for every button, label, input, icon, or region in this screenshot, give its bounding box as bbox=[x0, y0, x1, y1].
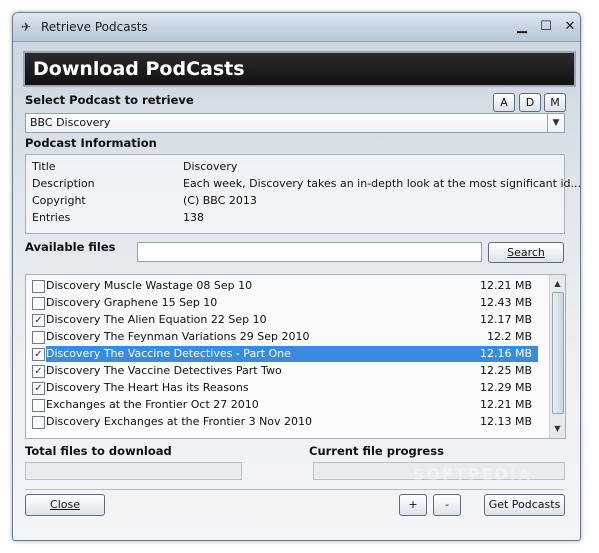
file-row-content[interactable]: Discovery The Alien Equation 22 Sep 10 12… bbox=[46, 312, 538, 328]
file-checkbox[interactable] bbox=[32, 399, 45, 412]
file-row[interactable]: Discovery Graphene 15 Sep 10 12.43 MB bbox=[26, 295, 539, 312]
close-window-button[interactable]: ✕ bbox=[559, 18, 580, 36]
info-value: (C) BBC 2013 bbox=[183, 194, 257, 207]
file-size: 12.13 MB bbox=[479, 415, 532, 428]
file-checkbox[interactable] bbox=[32, 297, 45, 310]
search-button[interactable]: Search bbox=[488, 242, 564, 263]
scroll-down-icon[interactable]: ▼ bbox=[550, 422, 565, 436]
file-row-content[interactable]: Discovery Muscle Wastage 08 Sep 10 12.21 … bbox=[46, 278, 538, 294]
file-size: 12.21 MB bbox=[479, 279, 532, 292]
file-row-content[interactable]: Discovery Exchanges at the Frontier 3 No… bbox=[46, 414, 538, 430]
file-row-content[interactable]: Discovery The Heart Has its Reasons 12.29… bbox=[46, 380, 538, 396]
file-size: 12.17 MB bbox=[479, 313, 532, 326]
file-row[interactable]: Exchanges at the Frontier Oct 27 2010 12.… bbox=[26, 397, 539, 414]
file-name: Exchanges at the Frontier Oct 27 2010 bbox=[46, 398, 259, 411]
maximize-button[interactable]: ☐ bbox=[535, 18, 557, 36]
file-name: Discovery The Feynman Variations 29 Sep … bbox=[46, 330, 310, 343]
file-size: 12.43 MB bbox=[479, 296, 532, 309]
file-row[interactable]: ✓ Discovery The Alien Equation 22 Sep 10 1… bbox=[26, 312, 539, 329]
file-name: Discovery Exchanges at the Frontier 3 No… bbox=[46, 415, 313, 428]
file-row[interactable]: Discovery Muscle Wastage 08 Sep 10 12.21 … bbox=[26, 278, 539, 295]
info-key: Title bbox=[32, 160, 56, 173]
title-bar: ✈ Retrieve Podcasts ▁ ☐ ✕ bbox=[13, 13, 580, 42]
a-button[interactable]: A bbox=[493, 93, 515, 112]
file-name: Discovery Graphene 15 Sep 10 bbox=[46, 296, 218, 309]
chevron-down-icon[interactable]: ▼ bbox=[547, 114, 564, 132]
app-icon: ✈ bbox=[21, 20, 32, 34]
get-podcasts-button[interactable]: Get Podcasts bbox=[484, 494, 565, 516]
file-name: Discovery The Vaccine Detectives - Part … bbox=[46, 347, 291, 360]
scroll-thumb[interactable] bbox=[552, 292, 564, 414]
file-row-content[interactable]: Discovery Graphene 15 Sep 10 12.43 MB bbox=[46, 295, 538, 311]
watermark: SOFTPEDIA bbox=[413, 465, 533, 484]
file-name: Discovery The Vaccine Detectives Part Tw… bbox=[46, 364, 282, 377]
m-button[interactable]: M bbox=[544, 93, 566, 112]
file-checkbox[interactable]: ✓ bbox=[32, 382, 45, 395]
info-key: Description bbox=[32, 177, 95, 190]
file-size: 12.21 MB bbox=[479, 398, 532, 411]
file-row[interactable]: Discovery The Feynman Variations 29 Sep … bbox=[26, 329, 539, 346]
file-row[interactable]: ✓ Discovery The Vaccine Detectives - Part… bbox=[26, 346, 539, 363]
info-value: Each week, Discovery takes an in-depth l… bbox=[183, 177, 581, 190]
minimize-button[interactable]: ▁ bbox=[511, 18, 533, 36]
page-title: Download PodCasts bbox=[23, 51, 576, 87]
add-button[interactable]: + bbox=[399, 494, 427, 516]
info-value: Discovery bbox=[183, 160, 238, 173]
total-files-label: Total files to download bbox=[25, 444, 172, 458]
info-key: Entries bbox=[32, 211, 71, 224]
file-row-content[interactable]: Discovery The Vaccine Detectives Part Tw… bbox=[46, 363, 538, 379]
podcast-info-label: Podcast Information bbox=[25, 136, 157, 150]
file-checkbox[interactable]: ✓ bbox=[32, 348, 45, 361]
file-name: Discovery The Alien Equation 22 Sep 10 bbox=[46, 313, 267, 326]
file-size: 12.2 MB bbox=[486, 330, 532, 343]
podcast-select[interactable]: BBC Discovery ▼ bbox=[25, 113, 565, 133]
file-list[interactable]: ▲ ▼ Discovery Muscle Wastage 08 Sep 10 12… bbox=[25, 274, 566, 439]
scroll-up-icon[interactable]: ▲ bbox=[550, 277, 565, 291]
file-size: 12.29 MB bbox=[479, 381, 532, 394]
remove-button[interactable]: - bbox=[433, 494, 461, 516]
d-button[interactable]: D bbox=[519, 93, 541, 112]
search-input[interactable] bbox=[137, 242, 482, 262]
file-checkbox[interactable] bbox=[32, 331, 45, 344]
total-progress-bar bbox=[25, 462, 242, 480]
file-size: 12.25 MB bbox=[479, 364, 532, 377]
file-name: Discovery The Heart Has its Reasons bbox=[46, 381, 249, 394]
close-button[interactable]: Close bbox=[25, 494, 105, 516]
file-row[interactable]: ✓ Discovery The Vaccine Detectives Part T… bbox=[26, 363, 539, 380]
podcast-select-value: BBC Discovery bbox=[30, 116, 111, 129]
app-window: SOFTPEDIA ✈ Retrieve Podcasts ▁ ☐ ✕ Down… bbox=[12, 12, 581, 541]
file-checkbox[interactable]: ✓ bbox=[32, 365, 45, 378]
current-file-label: Current file progress bbox=[309, 444, 444, 458]
select-podcast-label: Select Podcast to retrieve bbox=[25, 93, 194, 107]
available-files-label: Available files bbox=[25, 240, 116, 254]
divider bbox=[25, 489, 564, 490]
file-row[interactable]: Discovery Exchanges at the Frontier 3 No… bbox=[26, 414, 539, 431]
file-checkbox[interactable] bbox=[32, 416, 45, 429]
info-key: Copyright bbox=[32, 194, 86, 207]
file-checkbox[interactable]: ✓ bbox=[32, 314, 45, 327]
file-row-content[interactable]: Discovery The Feynman Variations 29 Sep … bbox=[46, 329, 538, 345]
window-title: Retrieve Podcasts bbox=[41, 20, 148, 34]
file-name: Discovery Muscle Wastage 08 Sep 10 bbox=[46, 279, 253, 292]
file-row[interactable]: ✓ Discovery The Heart Has its Reasons 12.2… bbox=[26, 380, 539, 397]
file-row-content[interactable]: Discovery The Vaccine Detectives - Part … bbox=[46, 346, 538, 362]
podcast-info-panel: Title Discovery Description Each week, D… bbox=[25, 154, 580, 234]
info-value: 138 bbox=[183, 211, 204, 224]
file-row-content[interactable]: Exchanges at the Frontier Oct 27 2010 12.… bbox=[46, 397, 538, 413]
file-checkbox[interactable] bbox=[32, 280, 45, 293]
file-size: 12.16 MB bbox=[479, 347, 532, 360]
vertical-scrollbar[interactable]: ▲ ▼ bbox=[549, 275, 565, 438]
